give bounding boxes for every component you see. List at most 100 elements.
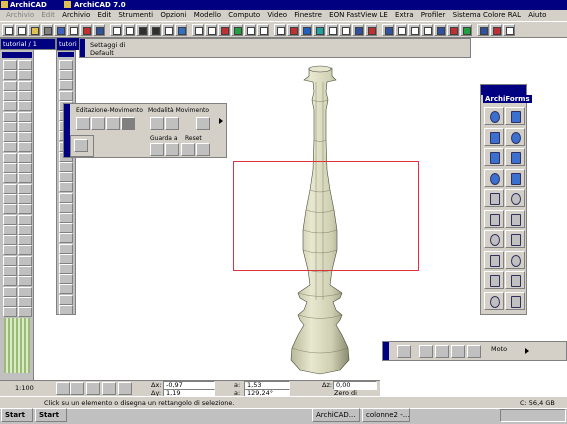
secondary-tool-button[interactable] bbox=[59, 274, 73, 285]
secondary-tool-button[interactable] bbox=[59, 202, 73, 213]
toolbox-tool-button[interactable] bbox=[3, 193, 17, 204]
toolbox-tool-button[interactable] bbox=[18, 70, 32, 81]
motion-check-button[interactable] bbox=[397, 345, 411, 358]
secondary-tool-button[interactable] bbox=[59, 182, 73, 193]
toolbox-tool-button[interactable] bbox=[18, 245, 32, 256]
menu-edit[interactable]: Edit bbox=[98, 11, 112, 19]
toolbox-tool-button[interactable] bbox=[3, 152, 17, 163]
toolbox-tool-button[interactable] bbox=[3, 132, 17, 143]
secondary-tool-button[interactable] bbox=[59, 90, 73, 101]
archiforms-shape-button[interactable] bbox=[505, 127, 525, 146]
sub-tool-button[interactable] bbox=[74, 139, 88, 152]
toolbox-tool-button[interactable] bbox=[3, 183, 17, 194]
toolbox-tool-button[interactable] bbox=[3, 70, 17, 81]
menu-aiuto[interactable]: Aiuto bbox=[528, 11, 546, 19]
toolbox-tool-button[interactable] bbox=[3, 101, 17, 112]
home-button[interactable] bbox=[196, 143, 210, 156]
toolbar-button[interactable] bbox=[205, 24, 217, 36]
rotate-button[interactable] bbox=[91, 117, 105, 130]
toolbar-button[interactable] bbox=[421, 24, 433, 36]
toolbox-tool-button[interactable] bbox=[3, 60, 17, 70]
menu-video[interactable]: Video bbox=[267, 11, 287, 19]
toolbar-button[interactable] bbox=[352, 24, 364, 36]
toolbar-button[interactable] bbox=[339, 24, 351, 36]
menu-edit-ghost[interactable]: Edit bbox=[41, 11, 55, 19]
toolbar-button[interactable] bbox=[244, 24, 256, 36]
menu-extra[interactable]: Extra bbox=[395, 11, 413, 19]
toolbox-tool-button[interactable] bbox=[18, 60, 32, 70]
toolbar-button[interactable] bbox=[326, 24, 338, 36]
move-drag-button[interactable] bbox=[76, 117, 90, 130]
toolbox-tool-button[interactable] bbox=[18, 152, 32, 163]
toolbar-button[interactable] bbox=[54, 24, 66, 36]
secondary-tool-button[interactable] bbox=[59, 172, 73, 183]
toolbox-tool-button[interactable] bbox=[18, 266, 32, 276]
snap-button-1[interactable] bbox=[86, 382, 100, 395]
toolbox-tool-button[interactable] bbox=[18, 111, 32, 122]
toolbar-button[interactable] bbox=[313, 24, 325, 36]
toolbar-button[interactable] bbox=[41, 24, 53, 36]
toolbox-tool-button[interactable] bbox=[18, 163, 32, 173]
archiforms-shape-button[interactable] bbox=[484, 209, 504, 228]
toolbox-tool-button[interactable] bbox=[3, 276, 17, 287]
archiforms-shape-button[interactable] bbox=[484, 230, 504, 248]
toolbox-tool-button[interactable] bbox=[18, 286, 32, 297]
archiforms-shape-button[interactable] bbox=[484, 189, 504, 207]
scale-label[interactable]: 1:100 bbox=[15, 384, 34, 392]
motion-btn-5[interactable] bbox=[467, 345, 481, 358]
archiforms-shape-button[interactable] bbox=[505, 291, 525, 310]
toolbox-tool-button[interactable] bbox=[3, 214, 17, 225]
toolbar-button[interactable] bbox=[123, 24, 135, 36]
toolbox-tool-button[interactable] bbox=[3, 245, 17, 256]
toolbox-tool-button[interactable] bbox=[3, 121, 17, 132]
secondary-tool-button[interactable] bbox=[59, 70, 73, 81]
look-left-button[interactable] bbox=[150, 143, 164, 156]
start-button-1[interactable]: Start bbox=[1, 408, 33, 422]
toolbox-tool-button[interactable] bbox=[3, 296, 17, 307]
menu-computo[interactable]: Computo bbox=[228, 11, 260, 19]
archiforms-shape-button[interactable] bbox=[484, 168, 504, 187]
fly-mode-button[interactable] bbox=[165, 117, 179, 130]
archiforms-shape-button[interactable] bbox=[505, 189, 525, 207]
toolbar-button[interactable] bbox=[28, 24, 40, 36]
toolbar-button[interactable] bbox=[80, 24, 92, 36]
toolbar-button[interactable] bbox=[490, 24, 502, 36]
archiforms-shape-button[interactable] bbox=[505, 168, 525, 187]
toolbar-button[interactable] bbox=[110, 24, 122, 36]
toolbox-tool-button[interactable] bbox=[18, 214, 32, 225]
toolbar-button[interactable] bbox=[218, 24, 230, 36]
archiforms-shape-button[interactable] bbox=[505, 250, 525, 269]
toolbox-tool-button[interactable] bbox=[18, 101, 32, 112]
toolbox-tool-button[interactable] bbox=[3, 255, 17, 266]
toolbar-button[interactable] bbox=[231, 24, 243, 36]
archiforms-shape-button[interactable] bbox=[484, 291, 504, 310]
palette-arrow-icon[interactable] bbox=[219, 118, 223, 124]
snap-button-3[interactable] bbox=[118, 382, 132, 395]
motion-btn-3[interactable] bbox=[435, 345, 449, 358]
toolbar-button[interactable] bbox=[136, 24, 148, 36]
secondary-tool-button[interactable] bbox=[59, 304, 73, 315]
motion-scroll-right-icon[interactable] bbox=[525, 348, 529, 354]
secondary-tool-button[interactable] bbox=[59, 253, 73, 264]
toolbox-tool-button[interactable] bbox=[3, 111, 17, 122]
toolbar-button[interactable] bbox=[287, 24, 299, 36]
toolbox-tool-button[interactable] bbox=[18, 183, 32, 194]
toolbox-tool-button[interactable] bbox=[18, 224, 32, 235]
menu-strumenti[interactable]: Strumenti bbox=[118, 11, 153, 19]
toolbox-tool-button[interactable] bbox=[18, 235, 32, 246]
secondary-tool-button[interactable] bbox=[59, 162, 73, 172]
toolbox-tool-button[interactable] bbox=[3, 173, 17, 184]
toolbar-button[interactable] bbox=[93, 24, 105, 36]
archiforms-shape-button[interactable] bbox=[484, 148, 504, 166]
toolbar-button[interactable] bbox=[408, 24, 420, 36]
toolbox-tool-button[interactable] bbox=[18, 307, 32, 318]
toolbox-tool-button[interactable] bbox=[18, 193, 32, 204]
menu-archivio[interactable]: Archivio bbox=[62, 11, 90, 19]
toolbar-button[interactable] bbox=[395, 24, 407, 36]
toolbar-button[interactable] bbox=[149, 24, 161, 36]
archiforms-shape-button[interactable] bbox=[505, 230, 525, 248]
toolbox-tool-button[interactable] bbox=[3, 286, 17, 297]
toolbar-button[interactable] bbox=[460, 24, 472, 36]
toolbar-button[interactable] bbox=[382, 24, 394, 36]
secondary-tool-button[interactable] bbox=[59, 213, 73, 223]
